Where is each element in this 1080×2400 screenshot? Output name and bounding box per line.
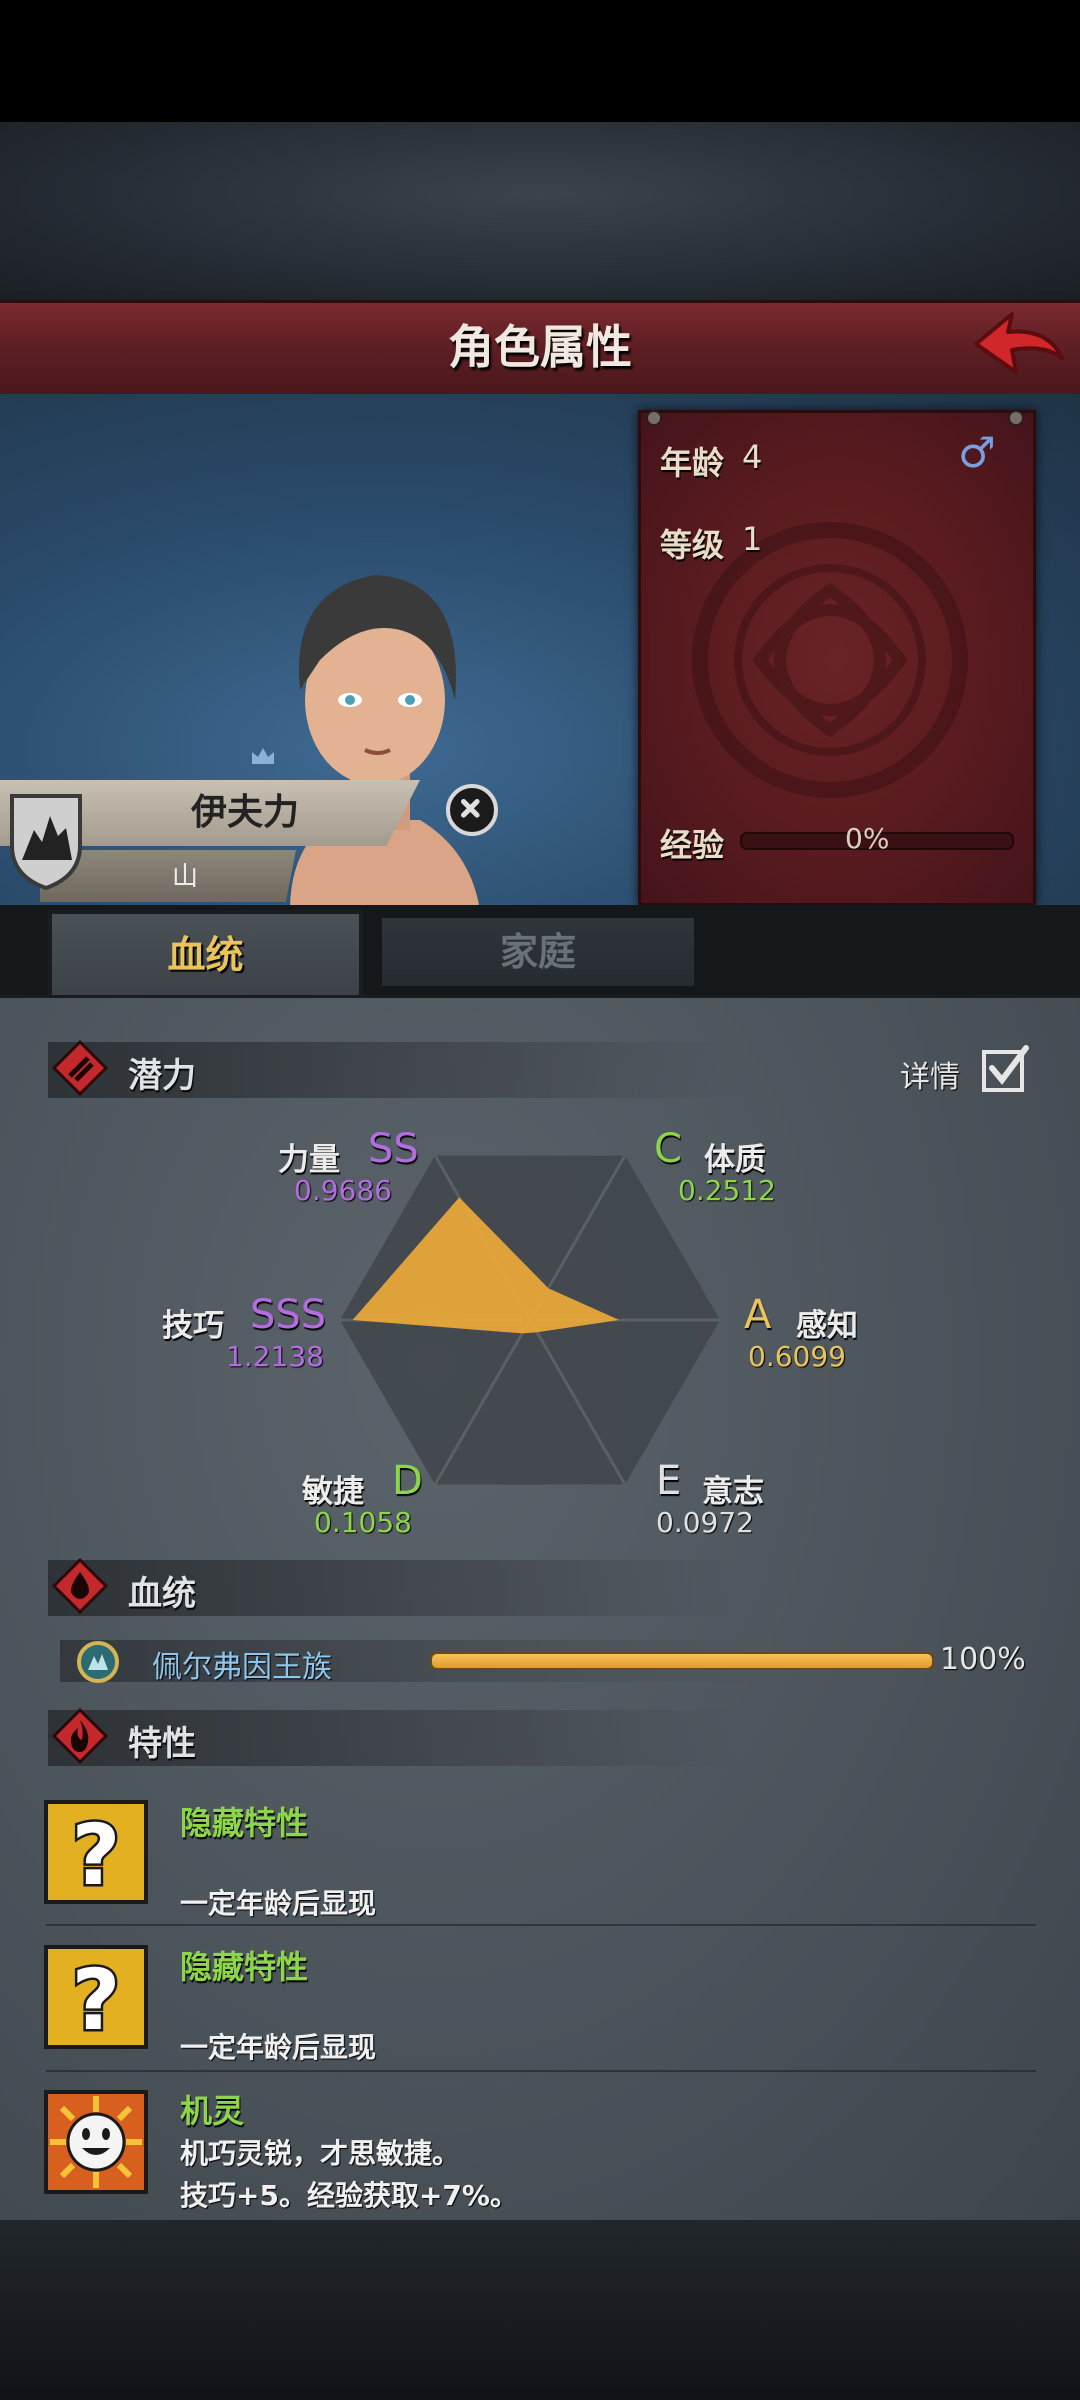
age-label: 年龄 (660, 444, 725, 482)
blood-drop-icon (52, 1558, 108, 1614)
character-name: 伊夫力 (190, 792, 299, 833)
trait-description: 机巧灵锐，才思敏捷。 (180, 2137, 461, 2170)
stat-grade-skill: SSS (250, 1292, 327, 1338)
svg-text:?: ? (72, 1951, 121, 2049)
stat-grade-strength: SS (368, 1126, 419, 1172)
stat-value-strength: 0.9686 (294, 1174, 392, 1207)
age-value: 4 (742, 438, 763, 476)
status-bar-area (0, 0, 1080, 122)
question-mark-icon[interactable]: ? (44, 1800, 148, 1904)
stat-value-constitution: 0.2512 (678, 1174, 776, 1207)
stat-value-perception: 0.6099 (748, 1340, 846, 1373)
trait-description: 一定年龄后显现 (180, 1887, 377, 1920)
mountain-shield-icon (10, 794, 82, 890)
lineage-percent: 100% (940, 1642, 1026, 1677)
top-background (0, 122, 1080, 302)
traits-title: 特性 (128, 1724, 196, 1764)
royal-crest-icon (77, 1641, 119, 1683)
stat-name-skill: 技巧 (162, 1308, 224, 1344)
celtic-knot-icon (692, 522, 968, 798)
crown-icon (252, 748, 274, 764)
divider (46, 2070, 1036, 2072)
stat-name-constitution: 体质 (704, 1142, 766, 1178)
exp-percent: 0% (845, 822, 890, 855)
stat-grade-will: E (656, 1458, 682, 1504)
trait-description: 一定年龄后显现 (180, 2031, 377, 2064)
divider (46, 1924, 1036, 1926)
stat-grade-constitution: C (654, 1126, 682, 1172)
rivet (1008, 410, 1024, 426)
close-icon[interactable] (446, 784, 498, 836)
male-gender-icon: ♂ (958, 428, 996, 477)
level-label: 等级 (660, 526, 725, 564)
fire-icon (52, 1708, 108, 1764)
trait-effect: 技巧+5。经验获取+7%。 (180, 2179, 518, 2212)
rivet (646, 410, 662, 426)
stat-name-perception: 感知 (796, 1308, 858, 1344)
stat-value-skill: 1.2138 (226, 1340, 324, 1373)
trait-name: 机灵 (180, 2092, 245, 2130)
lineage-progress-bar (430, 1652, 934, 1670)
trait-name: 隐藏特性 (180, 1804, 309, 1842)
tab-family-label[interactable]: 家庭 (378, 914, 698, 990)
smiley-face-icon[interactable] (44, 2090, 148, 2194)
exp-label: 经验 (660, 826, 725, 864)
tab-bloodline-label[interactable]: 血统 (48, 915, 363, 995)
lineage-name: 佩尔弗因王族 (152, 1650, 332, 1685)
stat-grade-perception: A (744, 1292, 772, 1338)
level-value: 1 (742, 520, 763, 558)
stat-name-agility: 敏捷 (302, 1474, 364, 1510)
stat-grade-agility: D (392, 1458, 423, 1504)
page-title: 角色属性 (448, 320, 632, 374)
svg-text:?: ? (72, 1806, 121, 1904)
back-arrow-icon[interactable] (968, 306, 1068, 386)
question-mark-icon[interactable]: ? (44, 1945, 148, 2049)
trait-name: 隐藏特性 (180, 1948, 309, 1986)
stat-value-will: 0.0972 (656, 1506, 754, 1539)
lineage-title: 血统 (128, 1574, 196, 1614)
stat-name-strength: 力量 (278, 1142, 340, 1178)
stat-name-will: 意志 (702, 1474, 764, 1510)
stat-value-agility: 0.1058 (314, 1506, 412, 1539)
bottom-background (0, 2220, 1080, 2400)
